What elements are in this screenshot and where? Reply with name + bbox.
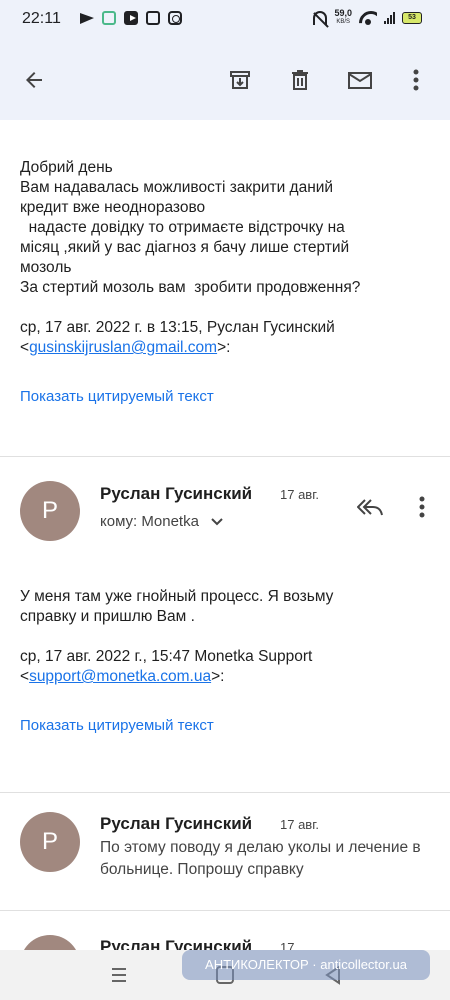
more-vert-icon [419, 496, 425, 518]
back-arrow-icon [26, 72, 42, 88]
status-indicators: 59,0 KB/S 53 [313, 9, 422, 27]
message-body: Добрий день Вам надавалась можливості за… [20, 159, 361, 296]
telegram-icon [80, 11, 94, 25]
quote-header: ср, 17 авг. 2022 г. в 13:15, Руслан Гуси… [20, 319, 335, 356]
show-quoted-text-link[interactable]: Показать цитируемый текст [20, 388, 214, 405]
signal-icon [384, 12, 395, 24]
email-link[interactable]: gusinskijruslan@gmail.com [29, 339, 217, 356]
message-date: 17 авг. [280, 817, 319, 832]
avatar[interactable]: Р [20, 812, 80, 872]
email-thread: Добрий день Вам надавалась можливості за… [0, 120, 450, 995]
archive-button[interactable] [220, 60, 260, 100]
network-speed: 59,0 KB/S [334, 8, 352, 26]
mark-unread-button[interactable] [340, 60, 380, 100]
email-link[interactable]: support@monetka.com.ua [29, 668, 211, 685]
app-icon [102, 11, 116, 25]
status-time: 22:11 [22, 10, 61, 27]
instagram-icon [168, 11, 182, 25]
reply-all-icon [357, 499, 383, 516]
delete-button[interactable] [280, 60, 320, 100]
message-snippet[interactable]: По этому поводу я делаю уколы и лечение … [100, 837, 430, 881]
app-icon [146, 11, 160, 25]
back-button[interactable] [14, 60, 54, 100]
quote-header: ср, 17 авг. 2022 г., 15:47 Monetka Suppo… [20, 648, 313, 685]
watermark: АНТИКОЛЕКТОР · anticollector.ua [182, 950, 430, 980]
divider [0, 910, 450, 911]
sender-name[interactable]: Руслан Гусинский [100, 814, 252, 834]
status-bar: 22:11 59,0 KB/S 53 [0, 0, 450, 38]
app-bar [0, 38, 450, 120]
more-vert-icon [413, 69, 419, 91]
divider [0, 456, 450, 457]
reply-all-button[interactable] [350, 487, 390, 527]
wifi-icon [359, 11, 377, 25]
recipients-toggle[interactable]: кому: Monetka [100, 513, 223, 530]
menu-icon [112, 968, 126, 982]
mute-icon [313, 11, 328, 25]
sender-name: Руслан Гусинский [100, 484, 253, 503]
archive-icon [230, 71, 250, 89]
trash-icon [292, 70, 308, 90]
show-quoted-text-link[interactable]: Показать цитируемый текст [20, 717, 214, 734]
message-date: 17 авг. [280, 487, 319, 502]
battery-icon: 53 [402, 12, 422, 24]
more-options-button[interactable] [396, 60, 436, 100]
chevron-down-icon [211, 518, 223, 526]
message-more-button[interactable] [402, 487, 442, 527]
mail-icon [348, 72, 372, 89]
avatar[interactable]: Р [20, 481, 80, 541]
recent-apps-button[interactable] [108, 964, 130, 986]
youtube-icon [124, 11, 138, 25]
status-app-icons [80, 11, 182, 25]
message-body: У меня там уже гнойный процесс. Я возьму… [20, 588, 334, 625]
divider [0, 792, 450, 793]
